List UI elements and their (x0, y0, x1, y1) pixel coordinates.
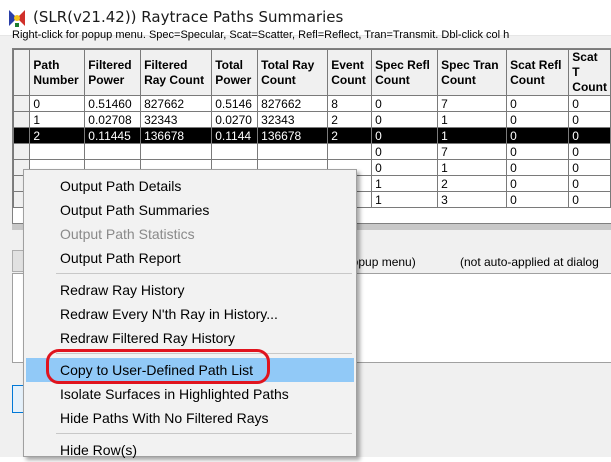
table-cell[interactable]: 0 (568, 95, 611, 112)
table-cell[interactable]: 0.0270 (211, 111, 259, 128)
table-cell[interactable] (211, 143, 259, 160)
table-cell[interactable]: 0 (506, 111, 570, 128)
table-cell[interactable]: 0 (568, 159, 611, 176)
table-cell[interactable]: 136678 (140, 127, 213, 144)
menu-separator (56, 433, 352, 434)
table-cell[interactable] (327, 143, 373, 160)
app-logo-icon (9, 10, 25, 27)
table-row[interactable]: 0 0.51460 827662 0.5146 827662 8 0 7 0 0 (13, 95, 611, 112)
table-cell[interactable]: 0 (506, 191, 570, 208)
table-cell[interactable]: 0 (506, 95, 570, 112)
menu-item-redraw-filtered-ray-history[interactable]: Redraw Filtered Ray History (26, 326, 354, 350)
table-cell[interactable]: 0 (371, 95, 439, 112)
row-header-cell[interactable] (13, 95, 31, 112)
table-cell[interactable]: 1 (371, 191, 439, 208)
table-cell[interactable]: 0 (568, 191, 611, 208)
table-cell[interactable]: 827662 (140, 95, 213, 112)
table-cell[interactable]: 0 (568, 127, 611, 144)
row-header-cell[interactable] (13, 111, 31, 128)
context-menu: Output Path Details Output Path Summaries… (23, 169, 357, 458)
table-row[interactable]: 1 0.02708 32343 0.0270 32343 2 0 1 0 0 (13, 111, 611, 128)
table-cell[interactable]: 2 (327, 127, 373, 144)
table-cell[interactable]: 0 (568, 175, 611, 192)
table-cell[interactable]: 7 (437, 95, 508, 112)
table-cell[interactable]: 2 (437, 175, 508, 192)
table-cell[interactable]: 2 (29, 127, 86, 144)
table-header-row: Path Number Filtered Power Filtered Ray Co… (13, 49, 611, 96)
table-cell[interactable]: 1 (437, 111, 508, 128)
table-row[interactable]: 0700 (13, 143, 611, 160)
table-cell[interactable]: 827662 (257, 95, 329, 112)
table-cell[interactable]: 1 (29, 111, 86, 128)
table-cell[interactable]: 0 (371, 127, 439, 144)
menu-item-output-path-details[interactable]: Output Path Details (26, 174, 354, 198)
table-cell[interactable] (257, 143, 329, 160)
table-cell[interactable]: 32343 (257, 111, 329, 128)
table-cell[interactable]: 0.1144 (211, 127, 259, 144)
table-cell[interactable]: 1 (437, 159, 508, 176)
table-cell[interactable]: 3 (437, 191, 508, 208)
menu-separator (56, 273, 352, 274)
column-header[interactable]: Spec Refl Count (371, 49, 439, 96)
table-cell[interactable]: 0 (568, 111, 611, 128)
row-header-cell[interactable] (13, 127, 31, 144)
column-header[interactable]: Scat Refl Count (506, 49, 570, 96)
window-title: (SLR(v21.42)) Raytrace Paths Summaries (33, 8, 344, 26)
table-cell[interactable] (29, 143, 86, 160)
table-cell[interactable]: 0.51460 (84, 95, 142, 112)
table-cell[interactable]: 0 (506, 175, 570, 192)
menu-item-redraw-ray-history[interactable]: Redraw Ray History (26, 278, 354, 302)
table-cell[interactable]: 0.5146 (211, 95, 259, 112)
table-cell[interactable]: 0 (506, 143, 570, 160)
menu-item-hide-row-s[interactable]: Hide Row(s) (26, 438, 354, 462)
menu-item-redraw-every-n-th-ray-in-history[interactable]: Redraw Every N'th Ray in History... (26, 302, 354, 326)
menu-item-output-path-report[interactable]: Output Path Report (26, 246, 354, 270)
table-row[interactable]: 2 0.11445 136678 0.1144 136678 2 0 1 0 0 (13, 127, 611, 144)
column-header[interactable]: Path Number (29, 49, 86, 96)
column-header[interactable]: Total Power (211, 49, 259, 96)
table-cell[interactable] (140, 143, 213, 160)
table-cell[interactable]: 1 (371, 175, 439, 192)
table-cell[interactable]: 1 (437, 127, 508, 144)
column-header[interactable]: Total Ray Count (257, 49, 329, 96)
table-cell[interactable]: 0 (568, 143, 611, 160)
table-cell[interactable]: 0.11445 (84, 127, 142, 144)
table-cell[interactable]: 136678 (257, 127, 329, 144)
menu-item-copy-to-user-defined-path-list[interactable]: Copy to User-Defined Path List (26, 358, 354, 382)
grid-corner-cell (13, 49, 31, 96)
column-header[interactable]: Scat T Count (568, 49, 611, 96)
row-header-cell[interactable] (13, 143, 31, 160)
table-cell[interactable]: 0 (506, 127, 570, 144)
table-cell[interactable]: 0 (29, 95, 86, 112)
column-header[interactable]: Filtered Power (84, 49, 142, 96)
table-cell[interactable]: 7 (437, 143, 508, 160)
table-cell[interactable]: 2 (327, 111, 373, 128)
auto-apply-note: (not auto-applied at dialog (460, 255, 599, 269)
menu-separator (56, 353, 352, 354)
help-text: Right-click for popup menu. Spec=Specula… (12, 29, 510, 41)
menu-item-hide-paths-with-no-filtered-rays[interactable]: Hide Paths With No Filtered Rays (26, 406, 354, 430)
table-cell[interactable]: 0 (371, 159, 439, 176)
table-cell[interactable] (84, 143, 142, 160)
menu-item-output-path-statistics: Output Path Statistics (60, 226, 195, 242)
menu-item-output-path-summaries[interactable]: Output Path Summaries (26, 198, 354, 222)
table-cell[interactable]: 0 (371, 143, 439, 160)
table-cell[interactable]: 0 (371, 111, 439, 128)
column-header[interactable]: Event Count (327, 49, 373, 96)
menu-item-isolate-surfaces-in-highlighted-paths[interactable]: Isolate Surfaces in Highlighted Paths (26, 382, 354, 406)
table-cell[interactable]: 0.02708 (84, 111, 142, 128)
column-header[interactable]: Filtered Ray Count (140, 49, 213, 96)
table-cell[interactable]: 32343 (140, 111, 213, 128)
table-cell[interactable]: 8 (327, 95, 373, 112)
column-header[interactable]: Spec Tran Count (437, 49, 508, 96)
table-cell[interactable]: 0 (506, 159, 570, 176)
